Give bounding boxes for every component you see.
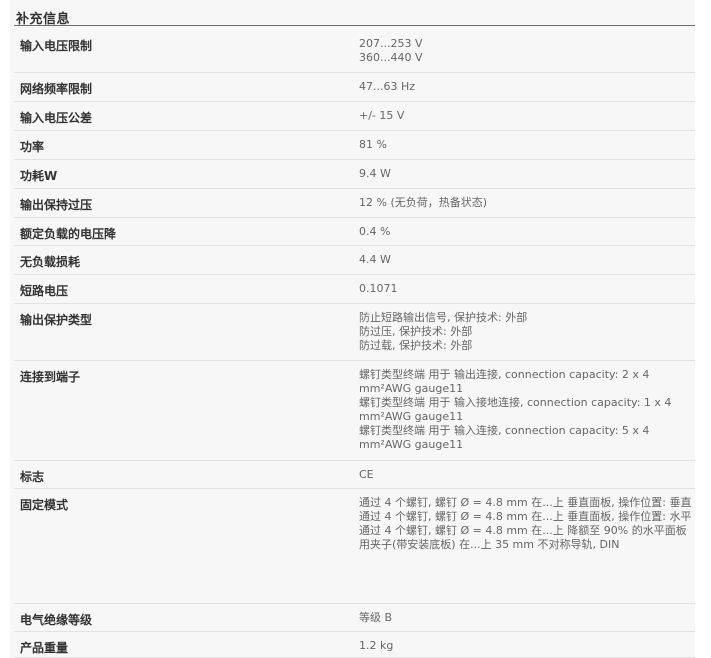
spec-row: 标志 CE (14, 460, 695, 489)
spec-value-line: 通过 4 个螺钉, 螺钉 Ø = 4.8 mm 在...上 垂直面板, 操作位置… (359, 510, 692, 523)
spec-label: 输出保持过压 (20, 198, 93, 212)
spec-value-line: 通过 4 个螺钉, 螺钉 Ø = 4.8 mm 在...上 降额至 90% 的水… (359, 524, 687, 537)
spec-value-line: 螺钉类型终端 用于 输入连接, connection capacity: 5 x… (359, 424, 650, 451)
spec-value: 47...63 Hz (359, 80, 694, 94)
spec-value-line: 螺钉类型终端 用于 输出连接, connection capacity: 2 x… (359, 368, 650, 395)
spec-value-line: 通过 4 个螺钉, 螺钉 Ø = 4.8 mm 在...上 垂直面板, 操作位置… (359, 496, 692, 509)
spec-value-line: 防止短路输出信号, 保护技术: 外部 (359, 311, 528, 324)
spec-value-line: 防过压, 保护技术: 外部 (359, 325, 473, 338)
spec-value-line: 用夹子(带安装底板) 在...上 35 mm 不对称导轨, DIN (359, 538, 620, 551)
spec-row: 输入电压公差 +/- 15 V (14, 101, 695, 131)
spec-value: 等级 B (359, 611, 694, 625)
spec-value-line: CE (359, 468, 374, 481)
spec-row: 网络频率限制 47...63 Hz (14, 72, 695, 102)
spec-label: 无负载损耗 (20, 255, 81, 269)
spec-row: 固定模式通过 4 个螺钉, 螺钉 Ø = 4.8 mm 在...上 垂直面板, … (14, 488, 695, 604)
spec-value-line: 等级 B (359, 611, 393, 624)
spec-value-line: 防过载, 保护技术: 外部 (359, 339, 473, 352)
spec-label: 产品重量 (20, 641, 69, 655)
spec-label: 额定负载的电压降 (20, 227, 117, 241)
spec-label: 标志 (20, 470, 45, 484)
spec-row: 产品重量 1.2 kg (14, 631, 695, 658)
title-divider (14, 25, 695, 26)
spec-value: 9.4 W (359, 167, 694, 181)
spec-row: 连接到端子 螺钉类型终端 用于 输出连接, connection capacity… (14, 360, 695, 461)
spec-value: +/- 15 V (359, 109, 694, 123)
spec-value: 207...253 V 360...440 V (359, 37, 694, 65)
spec-value: 0.1071 (359, 282, 694, 296)
spec-row: 无负载损耗 4.4 W (14, 245, 695, 275)
spec-row: 电气绝缘等级 等级 B (14, 603, 695, 632)
spec-value-line: 1.2 kg (359, 639, 394, 652)
spec-label: 功率 (20, 140, 45, 154)
spec-label: 网络频率限制 (20, 82, 93, 96)
spec-value: 12 % (无负荷，热备状态) (359, 196, 694, 210)
spec-row: 功耗W 9.4 W (14, 159, 695, 189)
spec-value: 0.4 % (359, 225, 694, 239)
spec-value-line: 0.4 % (359, 225, 391, 238)
spec-label: 电气绝缘等级 (20, 613, 93, 627)
spec-value-line: 81 % (359, 138, 387, 151)
spec-value: CE (359, 468, 694, 482)
spec-value: 防止短路输出信号, 保护技术: 外部 防过压, 保护技术: 外部 防过载, 保护技术… (359, 311, 694, 353)
spec-row: 输出保持过压 12 % (无负荷，热备状态) (14, 188, 695, 218)
spec-label: 输出保护类型 (20, 313, 93, 327)
spec-value-line: 4.4 W (359, 253, 391, 266)
spec-value-line: +/- 15 V (359, 109, 405, 122)
spec-value: 81 % (359, 138, 694, 152)
spec-value-line: 207...253 V (359, 37, 423, 50)
spec-row: 额定负载的电压降 0.4 % (14, 217, 695, 246)
spec-value: 螺钉类型终端 用于 输出连接, connection capacity: 2 x… (359, 368, 694, 452)
spec-value-line: 9.4 W (359, 167, 391, 180)
spec-row: 输入电压限制 207...253 V 360...440 V (14, 29, 695, 73)
spec-value-line: 螺钉类型终端 用于 输入接地连接, connection capacity: 1… (359, 396, 672, 423)
spec-value: 4.4 W (359, 253, 694, 267)
spec-value: 1.2 kg (359, 639, 694, 653)
spec-label: 固定模式 (20, 498, 69, 512)
spec-value-line: 12 % (无负荷，热备状态) (359, 196, 488, 209)
spec-label: 连接到端子 (20, 370, 81, 384)
spec-label: 功耗W (20, 169, 58, 183)
spec-value-line: 0.1071 (359, 282, 398, 295)
spec-panel: 补充信息 输入电压限制 207...253 V 360...440 V 网络频率限制 4… (10, 0, 695, 658)
spec-row: 功率 81 % (14, 130, 695, 160)
spec-label: 输入电压限制 (20, 39, 93, 53)
spec-value-line: 47...63 Hz (359, 80, 416, 93)
spec-label: 输入电压公差 (20, 111, 93, 125)
spec-value: 通过 4 个螺钉, 螺钉 Ø = 4.8 mm 在...上 垂直面板, 操作位置… (359, 496, 694, 552)
spec-row: 短路电压 0.1071 (14, 274, 695, 304)
spec-row: 输出保护类型 防止短路输出信号, 保护技术: 外部 防过压, 保护技术: 外部 防过载… (14, 303, 695, 361)
spec-label: 短路电压 (20, 284, 69, 298)
spec-value-line: 360...440 V (359, 51, 423, 64)
